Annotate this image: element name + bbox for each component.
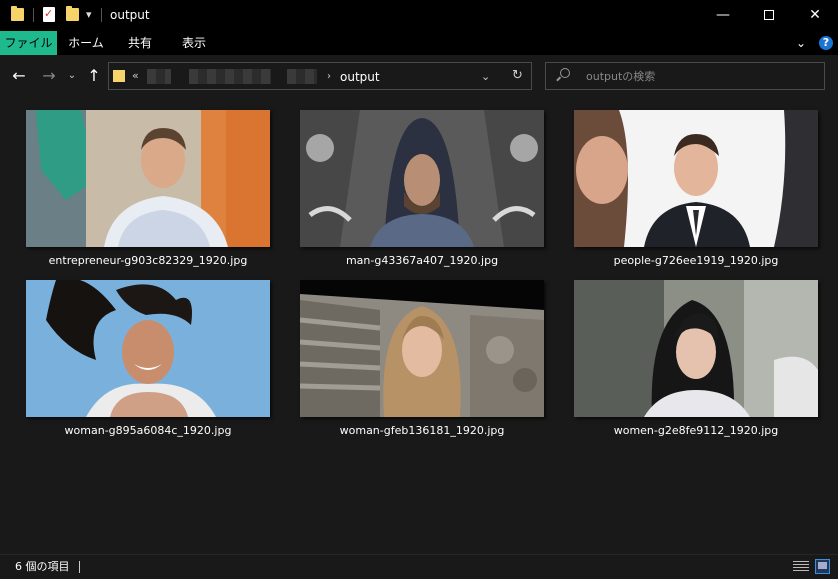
- window-title: output: [110, 8, 150, 22]
- file-item[interactable]: women-g2e8fe9112_1920.jpg: [562, 267, 824, 437]
- file-name[interactable]: woman-gfeb136181_1920.jpg: [288, 424, 556, 438]
- search-icon: [560, 68, 570, 78]
- quick-access-separator: [33, 8, 34, 22]
- redacted-path-segment[interactable]: [189, 69, 271, 84]
- ribbon-tabs: ファイル ホーム 共有 表示 ⌄ ?: [0, 31, 838, 55]
- folder-icon: [113, 70, 125, 82]
- forward-button[interactable]: →: [40, 66, 58, 86]
- file-name[interactable]: entrepreneur-g903c82329_1920.jpg: [14, 254, 282, 268]
- file-name[interactable]: woman-g895a6084c_1920.jpg: [14, 424, 282, 438]
- close-button[interactable]: ✕: [792, 0, 838, 31]
- title-separator: [101, 8, 102, 22]
- large-icons-view-icon[interactable]: [815, 559, 830, 574]
- breadcrumb-overflow[interactable]: «: [132, 68, 139, 84]
- file-name[interactable]: women-g2e8fe9112_1920.jpg: [562, 424, 830, 438]
- file-item[interactable]: woman-g895a6084c_1920.jpg: [14, 267, 276, 437]
- navigation-bar: ← → ⌄ ↑ « › output ⌄ ↻: [0, 55, 838, 97]
- thumbnail-image: [574, 280, 818, 417]
- breadcrumb-separator[interactable]: ›: [327, 69, 331, 85]
- customize-quick-access-icon[interactable]: ▾: [86, 6, 92, 24]
- new-folder-icon[interactable]: [66, 6, 79, 21]
- up-button[interactable]: ↑: [86, 66, 102, 86]
- file-name[interactable]: man-g43367a407_1920.jpg: [288, 254, 556, 268]
- tab-file[interactable]: ファイル: [0, 31, 57, 55]
- redacted-path-segment[interactable]: [147, 69, 171, 84]
- redacted-path-segment[interactable]: [287, 69, 317, 84]
- tab-view[interactable]: 表示: [176, 31, 212, 55]
- maximize-button[interactable]: [746, 0, 792, 31]
- thumbnail-image: [26, 280, 270, 417]
- recent-locations-button[interactable]: ⌄: [66, 66, 78, 86]
- search-box[interactable]: [545, 62, 825, 90]
- address-bar[interactable]: « › output ⌄ ↻: [108, 62, 532, 90]
- help-icon[interactable]: ?: [819, 36, 833, 50]
- thumbnail-image: [300, 280, 544, 417]
- status-bar: 6 個の項目: [0, 554, 838, 579]
- file-item[interactable]: man-g43367a407_1920.jpg: [288, 97, 550, 267]
- folder-icon[interactable]: [11, 6, 24, 21]
- title-bar: ▾ output — ✕: [0, 0, 838, 31]
- thumbnail-image: [300, 110, 544, 247]
- search-input[interactable]: [586, 68, 816, 84]
- minimize-button[interactable]: —: [700, 0, 746, 31]
- thumbnail-image: [26, 110, 270, 247]
- file-item[interactable]: entrepreneur-g903c82329_1920.jpg: [14, 97, 276, 267]
- file-view: entrepreneur-g903c82329_1920.jpg man-g43…: [0, 97, 838, 554]
- thumbnail-image: [574, 110, 818, 247]
- file-name[interactable]: people-g726ee1919_1920.jpg: [562, 254, 830, 268]
- maximize-icon: [764, 10, 774, 20]
- details-view-icon[interactable]: [793, 560, 809, 573]
- file-item[interactable]: woman-gfeb136181_1920.jpg: [288, 267, 550, 437]
- tab-home[interactable]: ホーム: [66, 31, 106, 55]
- expand-ribbon-icon[interactable]: ⌄: [796, 34, 806, 52]
- refresh-icon[interactable]: ↻: [512, 68, 523, 84]
- breadcrumb-current[interactable]: output: [340, 69, 380, 85]
- address-history-icon[interactable]: ⌄: [481, 69, 490, 85]
- properties-icon[interactable]: [43, 7, 55, 22]
- tab-share[interactable]: 共有: [122, 31, 158, 55]
- file-item[interactable]: people-g726ee1919_1920.jpg: [562, 97, 824, 267]
- item-count: 6 個の項目: [15, 560, 70, 573]
- back-button[interactable]: ←: [10, 66, 28, 86]
- status-separator: [79, 561, 80, 573]
